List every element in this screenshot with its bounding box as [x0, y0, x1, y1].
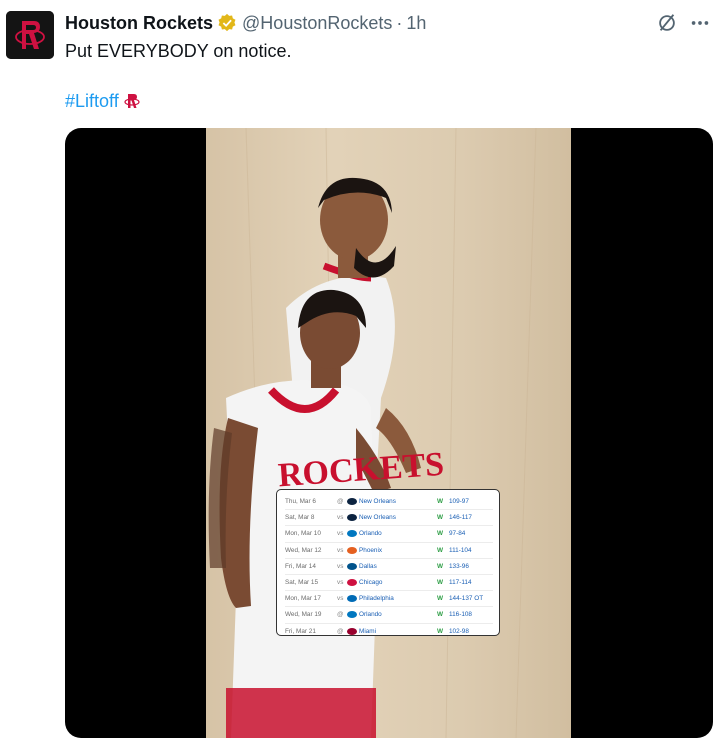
game-date: Mon, Mar 17 — [285, 595, 321, 603]
game-location: vs — [337, 514, 344, 522]
game-result: W — [437, 498, 444, 506]
game-date: Fri, Mar 21 — [285, 627, 316, 635]
game-result: W — [437, 546, 444, 554]
author-name[interactable]: Houston Rockets — [65, 13, 213, 34]
author-handle[interactable]: @HoustonRockets — [242, 13, 392, 34]
game-score: 133-96 — [449, 562, 469, 570]
tweet-text: Put EVERYBODY on notice. — [65, 41, 292, 61]
schedule-list: Thu, Mar 6 @ New Orleans W 109-97 Sat, Mar 8 v… — [285, 494, 493, 639]
team-logo-icon — [347, 627, 357, 635]
schedule-row: Mon, Mar 10 vs Orlando W 97-84 — [285, 526, 493, 543]
opponent-name: Dallas — [359, 562, 377, 570]
schedule-row: Sat, Mar 15 vs Chicago W 117-114 — [285, 575, 493, 592]
game-score: 109-97 — [449, 498, 469, 506]
game-location: vs — [337, 595, 344, 603]
opponent-name: New Orleans — [359, 498, 396, 506]
schedule-row: Wed, Mar 12 vs Phoenix W 111-104 — [285, 543, 493, 559]
hashtag-line: #Liftoff — [65, 90, 141, 112]
opponent-name: Chicago — [359, 579, 383, 587]
game-location: vs — [337, 579, 344, 587]
avatar[interactable] — [6, 11, 54, 59]
game-date: Sat, Mar 15 — [285, 579, 319, 587]
opponent-name: New Orleans — [359, 514, 396, 522]
rockets-emoji-icon — [124, 94, 140, 108]
schedule-row: Sat, Mar 8 vs New Orleans W 146-117 — [285, 510, 493, 527]
schedule-row: Fri, Mar 21 @ Miami W 102-98 — [285, 624, 493, 639]
opponent-name: Philadelphia — [359, 595, 394, 603]
game-result: W — [437, 611, 444, 619]
game-score: 116-108 — [449, 611, 472, 619]
game-score: 102-98 — [449, 627, 469, 635]
game-date: Mon, Mar 10 — [285, 530, 321, 538]
game-date: Fri, Mar 14 — [285, 562, 316, 570]
game-result: W — [437, 514, 444, 522]
opponent-name: Orlando — [359, 530, 382, 538]
team-logo-icon — [347, 498, 357, 506]
game-score: 117-114 — [449, 579, 472, 587]
verified-badge-icon — [218, 13, 236, 32]
game-location: @ — [337, 498, 344, 506]
game-date: Wed, Mar 19 — [285, 611, 322, 619]
schedule-row: Fri, Mar 14 vs Dallas W 133-96 — [285, 559, 493, 575]
game-score: 111-104 — [449, 546, 472, 554]
schedule-row: Mon, Mar 17 vs Philadelphia W 144-137 OT — [285, 591, 493, 608]
game-location: vs — [337, 530, 344, 538]
schedule-row: Thu, Mar 6 @ New Orleans W 109-97 — [285, 494, 493, 511]
grok-icon[interactable] — [656, 12, 678, 34]
game-score: 146-117 — [449, 514, 472, 522]
game-score: 144-137 OT — [449, 595, 484, 603]
more-options-icon[interactable] — [689, 12, 711, 34]
hashtag-link[interactable]: #Liftoff — [65, 90, 119, 112]
team-logo-icon — [347, 595, 357, 603]
schedule-card: Thu, Mar 6 @ New Orleans W 109-97 Sat, Mar 8 v… — [276, 489, 500, 636]
separator-dot: · — [396, 12, 403, 33]
opponent-name: Phoenix — [359, 546, 383, 554]
game-result: W — [437, 579, 444, 587]
team-logo-icon — [347, 611, 357, 619]
schedule-row: Wed, Mar 19 @ Orlando W 116-108 — [285, 607, 493, 624]
game-location: @ — [337, 627, 344, 635]
game-result: W — [437, 627, 444, 635]
post-time[interactable]: 1h — [406, 13, 426, 34]
team-logo-icon — [347, 530, 357, 538]
game-score: 97-84 — [449, 530, 466, 538]
team-logo-icon — [347, 514, 357, 522]
game-date: Wed, Mar 12 — [285, 546, 322, 554]
game-result: W — [437, 530, 444, 538]
opponent-name: Miami — [359, 627, 377, 635]
media-video[interactable]: ROCKETS Thu, Mar 6 @ New Orleans W 109-97 Sat… — [65, 128, 713, 738]
team-logo-icon — [347, 546, 357, 554]
game-location: vs — [337, 546, 344, 554]
game-date: Sat, Mar 8 — [285, 514, 315, 522]
video-scene-image: ROCKETS — [208, 128, 537, 738]
rockets-logo-icon — [6, 11, 54, 59]
video-frame[interactable]: ROCKETS Thu, Mar 6 @ New Orleans W 109-97 Sat… — [206, 128, 571, 738]
tweet-header: Houston Rockets @HoustonRockets · 1h — [65, 12, 426, 34]
team-logo-icon — [347, 579, 357, 587]
team-logo-icon — [347, 562, 357, 570]
opponent-name: Orlando — [359, 611, 382, 619]
game-result: W — [437, 562, 444, 570]
game-location: @ — [337, 611, 344, 619]
game-date: Thu, Mar 6 — [285, 498, 316, 506]
game-result: W — [437, 595, 444, 603]
game-location: vs — [337, 562, 344, 570]
